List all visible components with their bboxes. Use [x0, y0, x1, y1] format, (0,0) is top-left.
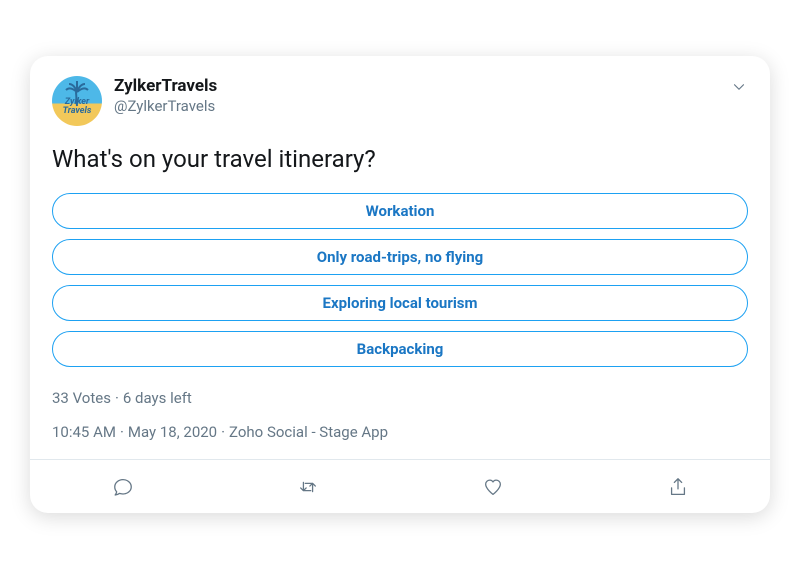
poll-option-2[interactable]: Exploring local tourism: [52, 285, 748, 321]
display-name: ZylkerTravels: [114, 76, 730, 96]
tweet-source: Zoho Social - Stage App: [229, 423, 388, 441]
poll: Workation Only road-trips, no flying Exp…: [30, 193, 770, 367]
share-icon: [667, 476, 689, 498]
poll-meta: 33 Votes·6 days left: [30, 377, 770, 407]
tweet-card: ZylkerTravels ZylkerTravels @ZylkerTrave…: [30, 56, 770, 513]
reply-button[interactable]: [103, 467, 143, 507]
votes-count: 33 Votes: [52, 389, 111, 407]
account-names[interactable]: ZylkerTravels @ZylkerTravels: [114, 76, 730, 115]
tweet-header: ZylkerTravels ZylkerTravels @ZylkerTrave…: [30, 76, 770, 126]
timestamp-time: 10:45 AM: [52, 423, 116, 441]
poll-option-3[interactable]: Backpacking: [52, 331, 748, 367]
tweet-timestamp: 10:45 AM·May 18, 2020·Zoho Social - Stag…: [30, 407, 770, 459]
avatar[interactable]: ZylkerTravels: [52, 76, 102, 126]
avatar-text: ZylkerTravels: [52, 98, 102, 116]
poll-option-label: Exploring local tourism: [323, 294, 478, 312]
poll-option-label: Only road-trips, no flying: [317, 248, 484, 266]
tweet-text: What's on your travel itinerary?: [30, 126, 770, 193]
handle: @ZylkerTravels: [114, 97, 730, 115]
retweet-button[interactable]: [288, 467, 328, 507]
share-button[interactable]: [658, 467, 698, 507]
poll-option-label: Backpacking: [357, 340, 444, 358]
heart-icon: [482, 476, 504, 498]
like-button[interactable]: [473, 467, 513, 507]
time-remaining: 6 days left: [123, 389, 192, 407]
timestamp-date: May 18, 2020: [128, 423, 217, 441]
reply-icon: [112, 476, 134, 498]
chevron-down-icon[interactable]: [730, 78, 748, 96]
poll-option-1[interactable]: Only road-trips, no flying: [52, 239, 748, 275]
poll-option-0[interactable]: Workation: [52, 193, 748, 229]
retweet-icon: [297, 476, 319, 498]
poll-option-label: Workation: [366, 202, 435, 220]
tweet-actions: [30, 459, 770, 513]
